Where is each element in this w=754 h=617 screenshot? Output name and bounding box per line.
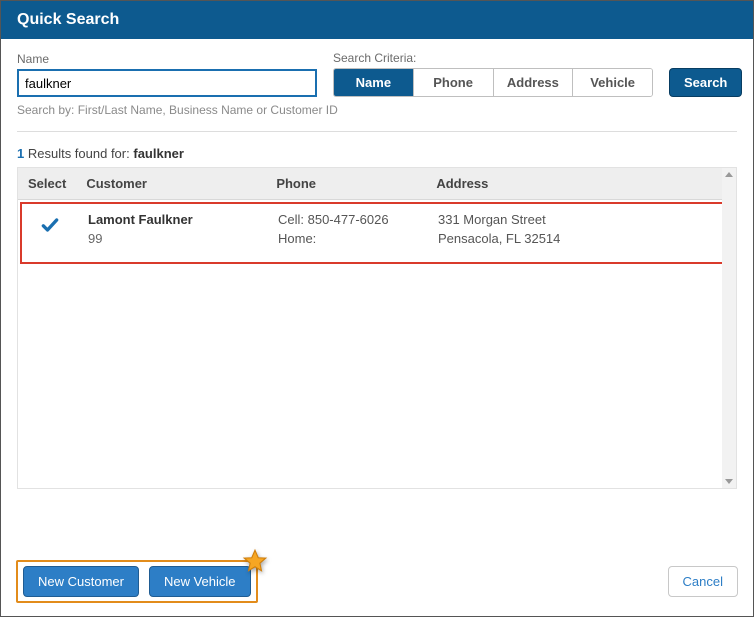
criteria-toggle-group: Name Phone Address Vehicle <box>333 68 653 97</box>
new-customer-button[interactable]: New Customer <box>23 566 139 597</box>
phone-home: Home: <box>278 231 418 246</box>
action-highlight-group: New Customer New Vehicle <box>16 560 258 603</box>
dialog-title: Quick Search <box>17 11 119 28</box>
criteria-name[interactable]: Name <box>334 69 413 96</box>
dialog-header: Quick Search <box>1 1 753 39</box>
address-line1: 331 Morgan Street <box>438 212 716 227</box>
name-input[interactable] <box>17 69 317 97</box>
criteria-label: Search Criteria: <box>333 51 653 65</box>
results-summary-text: Results found for: <box>24 146 133 161</box>
search-hint: Search by: First/Last Name, Business Nam… <box>17 103 737 117</box>
table-row[interactable]: Lamont Faulkner 99 Cell: 850-477-6026 Ho… <box>20 202 728 264</box>
new-vehicle-button[interactable]: New Vehicle <box>149 566 251 597</box>
col-header-phone: Phone <box>266 168 426 199</box>
star-icon <box>242 548 268 574</box>
footer: New Customer New Vehicle Cancel <box>0 546 754 617</box>
cancel-button[interactable]: Cancel <box>668 566 738 597</box>
results-term: faulkner <box>133 146 184 161</box>
results-summary: 1 Results found for: faulkner <box>1 132 753 167</box>
customer-name: Lamont Faulkner <box>88 212 258 227</box>
col-header-customer: Customer <box>76 168 266 199</box>
scrollbar[interactable] <box>722 168 736 488</box>
col-header-address: Address <box>426 168 736 199</box>
col-header-select: Select <box>18 168 76 199</box>
name-label: Name <box>17 52 317 66</box>
criteria-phone[interactable]: Phone <box>413 69 493 96</box>
check-icon <box>32 212 68 246</box>
results-table: Select Customer Phone Address Lamont Fau… <box>17 167 737 489</box>
search-panel: Name Search Criteria: Name Phone Address… <box>1 39 753 125</box>
criteria-address[interactable]: Address <box>493 69 573 96</box>
search-button[interactable]: Search <box>669 68 742 97</box>
table-header: Select Customer Phone Address <box>18 168 736 200</box>
criteria-vehicle[interactable]: Vehicle <box>572 69 652 96</box>
customer-id: 99 <box>88 231 258 246</box>
address-line2: Pensacola, FL 32514 <box>438 231 716 246</box>
phone-cell: Cell: 850-477-6026 <box>278 212 418 227</box>
